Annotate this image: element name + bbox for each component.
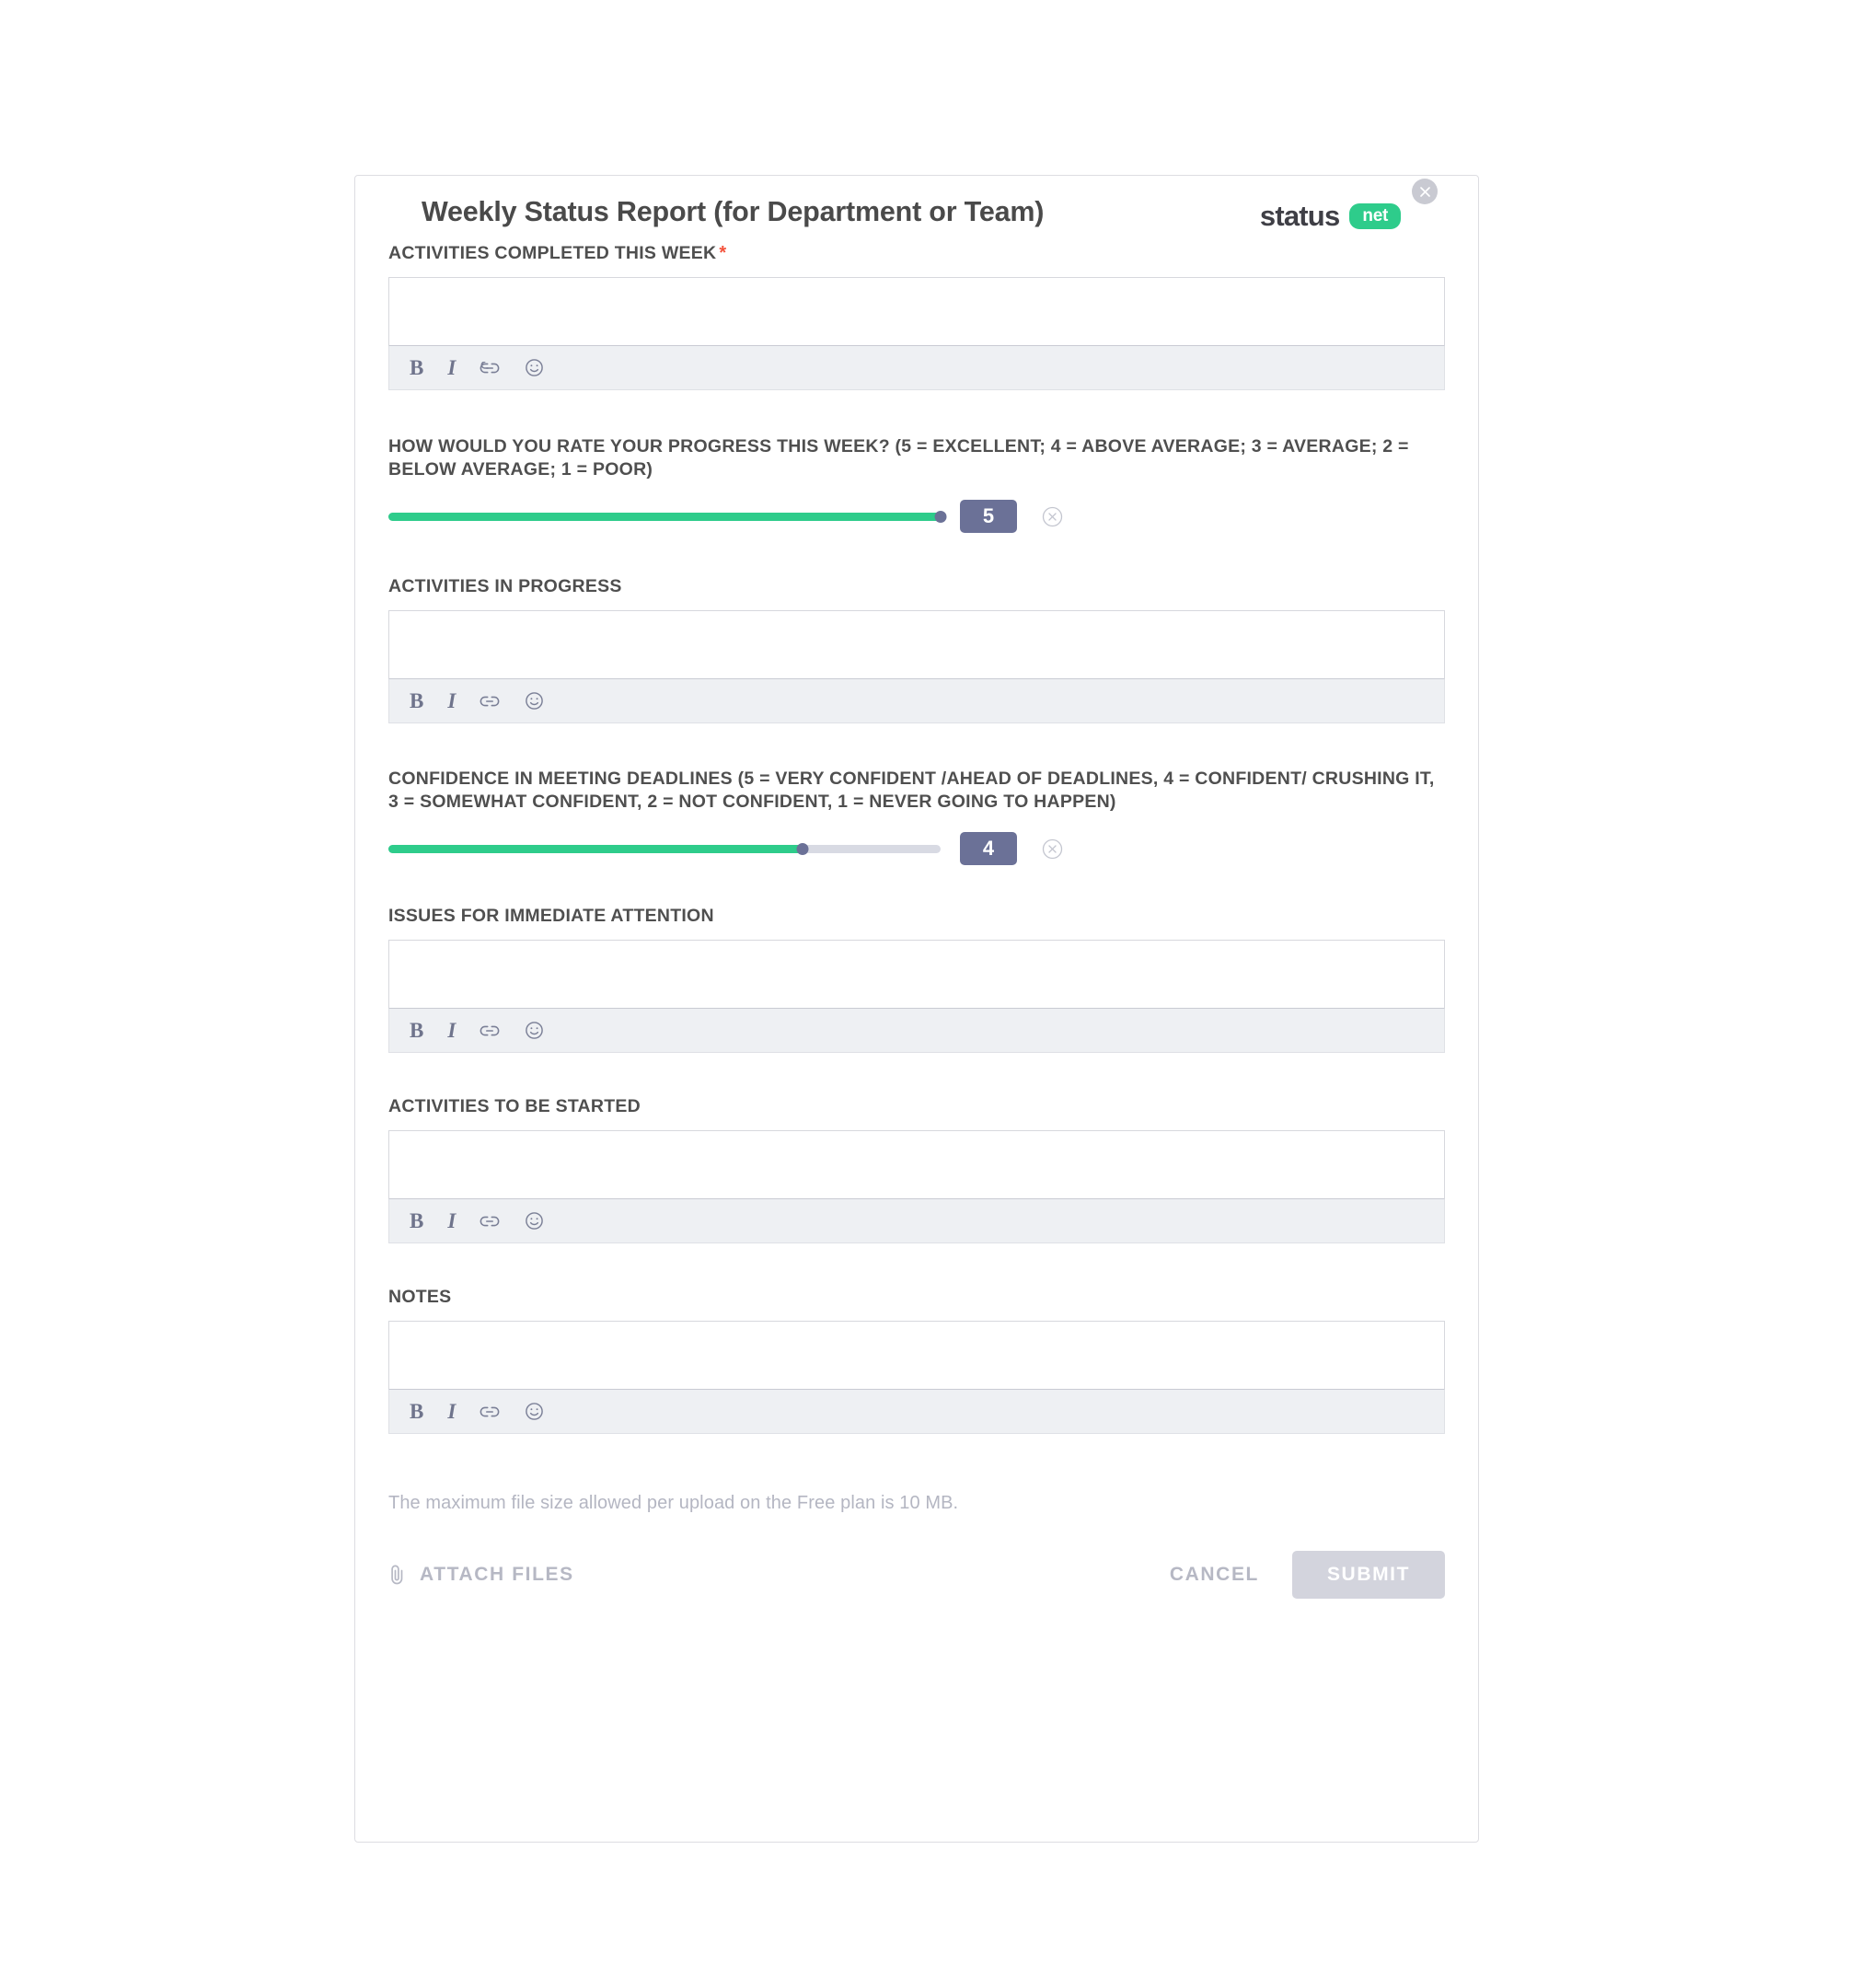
file-size-note-text: The maximum file size allowed per upload… xyxy=(388,1493,959,1513)
link-icon[interactable] xyxy=(480,1211,500,1231)
statusnet-logo: status net xyxy=(1260,200,1401,233)
richtext-toolbar: B I xyxy=(388,678,1445,723)
close-button[interactable] xyxy=(1412,179,1438,204)
card-header: Weekly Status Report (for Department or … xyxy=(388,176,1445,248)
richtext-input[interactable] xyxy=(388,277,1445,345)
bold-icon[interactable]: B xyxy=(410,689,423,713)
richtext-editor: B I xyxy=(388,1130,1445,1243)
emoji-icon[interactable] xyxy=(524,1021,544,1041)
italic-icon[interactable]: I xyxy=(447,356,456,380)
richtext-editor: B I xyxy=(388,277,1445,390)
link-icon[interactable] xyxy=(480,691,500,711)
footer-actions: CANCEL SUBMIT xyxy=(1170,1551,1445,1599)
slider-track[interactable] xyxy=(388,510,947,523)
page-background: Weekly Status Report (for Department or … xyxy=(0,0,1849,1988)
link-icon[interactable] xyxy=(480,1402,500,1422)
bold-icon[interactable]: B xyxy=(410,1400,423,1424)
attach-files-label: ATTACH FILES xyxy=(420,1564,574,1585)
field-label: ACTIVITIES IN PROGRESS xyxy=(388,576,622,596)
field-label: CONFIDENCE IN MEETING DEADLINES (5 = VER… xyxy=(388,769,1435,812)
emoji-icon[interactable] xyxy=(524,691,544,711)
link-icon[interactable] xyxy=(480,358,500,378)
weekly-status-report-card: Weekly Status Report (for Department or … xyxy=(354,175,1479,1843)
brand-wordmark: status xyxy=(1259,200,1340,232)
close-icon xyxy=(1419,186,1430,197)
paperclip-icon xyxy=(391,1565,403,1585)
field-label: ACTIVITIES TO BE STARTED xyxy=(388,1096,641,1116)
field-label: ACTIVITIES COMPLETED THIS WEEK * xyxy=(388,242,1445,265)
emoji-icon[interactable] xyxy=(524,358,544,378)
slider-thumb[interactable] xyxy=(796,842,809,855)
link-icon[interactable] xyxy=(480,1021,500,1041)
richtext-input[interactable] xyxy=(388,1130,1445,1198)
field-progress-rating: HOW WOULD YOU RATE YOUR PROGRESS THIS WE… xyxy=(388,435,1445,533)
italic-icon[interactable]: I xyxy=(447,689,456,713)
slider-control: 4 xyxy=(388,832,1445,865)
file-size-note: The maximum file size allowed per upload… xyxy=(388,1493,1445,1514)
emoji-icon[interactable] xyxy=(524,1402,544,1422)
card-footer: ATTACH FILES CANCEL SUBMIT xyxy=(388,1551,1445,1599)
richtext-input[interactable] xyxy=(388,940,1445,1008)
brand-pill: net xyxy=(1349,203,1401,229)
richtext-input[interactable] xyxy=(388,610,1445,678)
richtext-editor: B I xyxy=(388,940,1445,1053)
attach-files-button[interactable]: ATTACH FILES xyxy=(388,1563,574,1587)
slider-fill xyxy=(388,512,941,521)
slider-fill xyxy=(388,844,803,853)
field-activities-to-start: ACTIVITIES TO BE STARTED B I xyxy=(388,1095,1445,1243)
field-issues-attention: ISSUES FOR IMMEDIATE ATTENTION B I xyxy=(388,905,1445,1053)
richtext-toolbar: B I xyxy=(388,1389,1445,1434)
clear-value-button[interactable] xyxy=(1042,506,1063,527)
field-label: ISSUES FOR IMMEDIATE ATTENTION xyxy=(388,906,714,926)
cancel-button[interactable]: CANCEL xyxy=(1170,1564,1259,1586)
bold-icon[interactable]: B xyxy=(410,356,423,380)
slider-control: 5 xyxy=(388,500,1445,533)
field-label: NOTES xyxy=(388,1287,452,1307)
field-notes: NOTES B I xyxy=(388,1286,1445,1434)
page-title: Weekly Status Report (for Department or … xyxy=(422,196,1045,227)
italic-icon[interactable]: I xyxy=(447,1400,456,1424)
field-label: HOW WOULD YOU RATE YOUR PROGRESS THIS WE… xyxy=(388,436,1409,480)
slider-thumb[interactable] xyxy=(934,510,947,523)
richtext-input[interactable] xyxy=(388,1321,1445,1389)
richtext-toolbar: B I xyxy=(388,345,1445,390)
slider-value-badge: 4 xyxy=(960,832,1017,865)
richtext-editor: B I xyxy=(388,1321,1445,1434)
field-activities-completed: ACTIVITIES COMPLETED THIS WEEK * B I xyxy=(388,242,1445,390)
field-confidence-deadlines: CONFIDENCE IN MEETING DEADLINES (5 = VER… xyxy=(388,768,1445,865)
circle-x-icon xyxy=(1042,838,1063,859)
emoji-icon[interactable] xyxy=(524,1211,544,1231)
bold-icon[interactable]: B xyxy=(410,1209,423,1233)
bold-icon[interactable]: B xyxy=(410,1019,423,1043)
richtext-toolbar: B I xyxy=(388,1198,1445,1243)
circle-x-icon xyxy=(1042,506,1063,526)
slider-track[interactable] xyxy=(388,842,941,855)
richtext-editor: B I xyxy=(388,610,1445,723)
slider-value-badge: 5 xyxy=(960,500,1017,533)
clear-value-button[interactable] xyxy=(1042,838,1063,860)
required-asterisk: * xyxy=(719,243,727,263)
field-activities-in-progress: ACTIVITIES IN PROGRESS B I xyxy=(388,575,1445,723)
italic-icon[interactable]: I xyxy=(447,1209,456,1233)
submit-button[interactable]: SUBMIT xyxy=(1292,1551,1445,1599)
richtext-toolbar: B I xyxy=(388,1008,1445,1053)
field-label-text: ACTIVITIES COMPLETED THIS WEEK xyxy=(388,243,717,263)
italic-icon[interactable]: I xyxy=(447,1019,456,1043)
